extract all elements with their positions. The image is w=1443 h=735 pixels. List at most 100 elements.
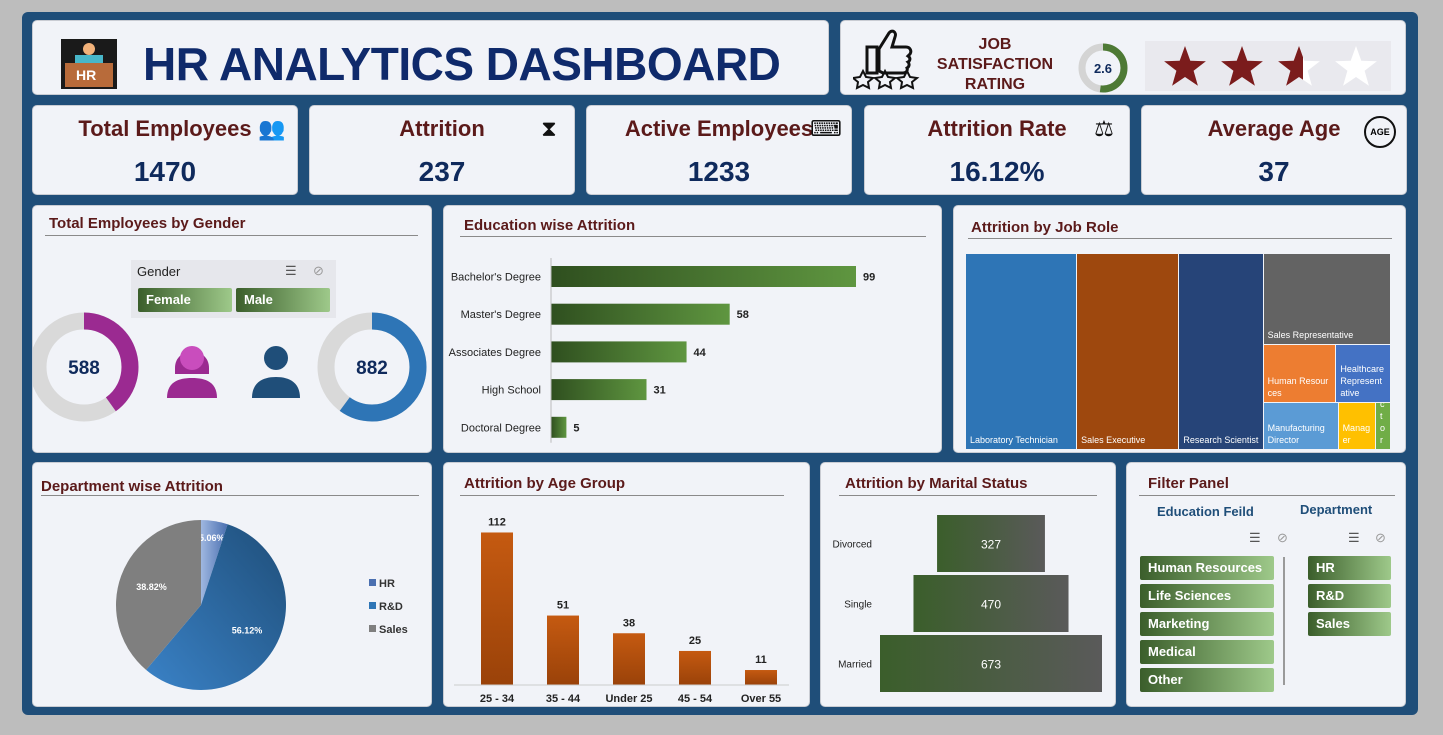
- age-category-label: 45 - 54: [678, 693, 713, 705]
- kpi-value: 16.12%: [949, 156, 1045, 187]
- education-filter-button[interactable]: Human Resources: [1140, 556, 1274, 580]
- treemap-tile-label: Manufacturing Director: [1267, 422, 1325, 445]
- education-value-label: 5: [573, 422, 579, 434]
- department-pie-chart: 5.06% 56.12% 38.82% HR R&D Sales: [115, 520, 408, 690]
- age-group-bar-chart: 112 25 - 34 51 35 - 44 38 Under 25 25 45 - 54 11…: [454, 516, 789, 705]
- kpi-card-3: Attrition Rate 16.12% ⚖: [864, 105, 1130, 195]
- treemap-tile: Human Resources: [1263, 345, 1336, 403]
- department-card: Department wise Attrition 5.06% 56.12% 38.…: [32, 462, 432, 707]
- star-rating: [1164, 46, 1377, 86]
- education-value-label: 58: [737, 309, 749, 321]
- department-filter-button[interactable]: Sales: [1308, 612, 1391, 636]
- education-bar: [551, 266, 856, 287]
- education-clear-filter-icon[interactable]: ⊘: [1277, 530, 1288, 546]
- pie-data-label: 5.06%: [199, 533, 225, 543]
- funnel-value-label: 470: [981, 598, 1001, 612]
- education-filter-button[interactable]: Life Sciences: [1140, 584, 1274, 608]
- star-icon-3: [1335, 46, 1377, 86]
- job-role-title: Attrition by Job Role: [971, 219, 1119, 236]
- treemap-tile: Sales Executive: [1077, 254, 1179, 449]
- age-category-label: Over 55: [741, 693, 781, 705]
- thumbs-up-icon: [853, 29, 920, 90]
- education-category-label: Master's Degree: [461, 309, 541, 321]
- treemap-tile: Laboratory Technician: [966, 254, 1077, 449]
- attrition-people-icon: ⧗: [541, 116, 557, 141]
- treemap-tile-label: Human Resources: [1267, 376, 1329, 399]
- age-category-label: 35 - 44: [546, 693, 581, 705]
- marital-card: Attrition by Marital Status 327 Divorced 4…: [820, 462, 1116, 707]
- hr-logo-icon: [61, 39, 117, 89]
- age-value-label: 38: [623, 617, 635, 629]
- funnel-category-label: Single: [844, 600, 872, 611]
- education-bar: [551, 341, 687, 363]
- pie-data-label: 56.12%: [232, 626, 263, 636]
- satisfaction-gauge: 2.6: [1078, 43, 1128, 93]
- age-bar: [613, 633, 645, 685]
- education-bar: [551, 303, 730, 325]
- legend-label: HR: [379, 578, 395, 590]
- department-filter-button[interactable]: R&D: [1308, 584, 1391, 608]
- age-value-label: 11: [755, 654, 767, 666]
- education-value-label: 99: [863, 272, 875, 284]
- education-filter-button[interactable]: Other: [1140, 668, 1274, 692]
- treemap-tile-label: Research Director: [1380, 403, 1386, 445]
- legend-swatch: [369, 579, 376, 586]
- treemap-tile: Research Scientist: [1179, 254, 1263, 449]
- education-filter-button[interactable]: Marketing: [1140, 612, 1274, 636]
- female-count: 588: [68, 358, 100, 379]
- treemap-tile-label: Sales Executive: [1081, 435, 1146, 445]
- male-count: 882: [356, 358, 388, 379]
- age-value-label: 25: [689, 635, 701, 647]
- marital-funnel-chart: 327 Divorced 470 Single 673 Married: [833, 515, 1102, 692]
- treemap-tile: Manufacturing Director: [1263, 403, 1338, 449]
- legend-swatch: [369, 602, 376, 609]
- age-bar: [679, 650, 711, 685]
- male-person-icon: [252, 346, 300, 398]
- filter-card: Filter Panel Education Feild Department …: [1126, 462, 1406, 707]
- satisfaction-card: JOB SATISFACTION RATING 2.6: [840, 20, 1406, 95]
- education-bar: [551, 416, 567, 438]
- department-multi-select-icon[interactable]: ☰: [1348, 530, 1360, 546]
- department-clear-filter-icon[interactable]: ⊘: [1375, 530, 1386, 546]
- treemap-tile: Healthcare Representative: [1336, 345, 1390, 403]
- people-group-icon: 👥: [258, 116, 286, 141]
- kpi-value: 237: [418, 156, 466, 187]
- kpi-value: 1233: [687, 156, 751, 187]
- education-bar-chart: Bachelor's Degree 99 Master's Degree 58 Asso…: [449, 258, 875, 443]
- age-value-label: 112: [488, 516, 506, 528]
- age-icon: AGE: [1364, 116, 1396, 148]
- treemap-tile-label: Laboratory Technician: [970, 435, 1058, 445]
- balance-person-icon: ⚖: [1094, 116, 1114, 141]
- legend-swatch: [369, 625, 376, 632]
- gender-chart: 588 882: [33, 312, 427, 422]
- kpi-value: 37: [1258, 156, 1290, 187]
- gender-card: Total Employees by Gender Gender ☰ ⊘ Fem…: [32, 205, 432, 453]
- education-card: Education wise Attrition Bachelor's Degr…: [443, 205, 942, 453]
- education-value-label: 44: [694, 347, 707, 359]
- education-category-label: High School: [482, 385, 541, 397]
- age-category-label: 25 - 34: [480, 693, 515, 705]
- education-category-label: Associates Degree: [449, 347, 541, 359]
- header-card: HR HR ANALYTICS DASHBOARD: [32, 20, 829, 95]
- funnel-value-label: 673: [981, 658, 1001, 672]
- age-bar: [481, 532, 513, 685]
- age-value-label: 51: [557, 600, 569, 612]
- education-slicer-header: Education Feild: [1157, 504, 1254, 519]
- funnel-category-label: Divorced: [833, 540, 872, 551]
- education-scrollbar[interactable]: [1283, 557, 1285, 685]
- education-filter-button[interactable]: Medical: [1140, 640, 1274, 664]
- funnel-category-label: Married: [838, 660, 872, 671]
- dashboard-title: HR ANALYTICS DASHBOARD: [143, 38, 781, 90]
- education-category-label: Doctoral Degree: [461, 422, 541, 434]
- education-multi-select-icon[interactable]: ☰: [1249, 530, 1261, 546]
- treemap-tile: Manager: [1338, 403, 1375, 449]
- job-role-card: Attrition by Job Role Laboratory Technic…: [953, 205, 1406, 453]
- star-icon-1: [1221, 46, 1263, 86]
- department-filter-button[interactable]: HR: [1308, 556, 1391, 580]
- hr-logo-text: HR: [76, 67, 97, 83]
- kpi-card-1: Attrition 237 ⧗: [309, 105, 575, 195]
- satisfaction-label: JOB SATISFACTION RATING: [936, 36, 1054, 93]
- legend-label: R&D: [379, 601, 403, 613]
- age-bar: [547, 615, 579, 685]
- treemap-tile: Research Director: [1376, 403, 1390, 449]
